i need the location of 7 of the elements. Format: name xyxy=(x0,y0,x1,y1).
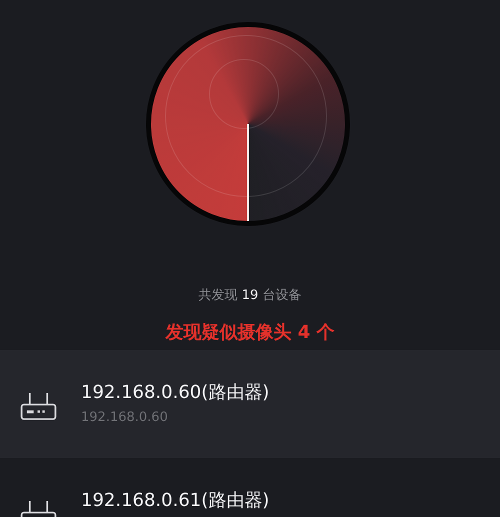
device-name: 192.168.0.61(路由器) xyxy=(81,489,270,512)
device-ip: 192.168.0.60 xyxy=(81,410,169,425)
camera-alert-text: 发现疑似摄像头 4 个 xyxy=(164,321,336,344)
device-row[interactable]: 192.168.0.60(路由器) 192.168.0.60 xyxy=(0,350,500,458)
device-count-text: 共发现 19 台设备 xyxy=(198,287,302,304)
router-icon xyxy=(20,392,57,421)
device-name: 192.168.0.60(路由器) xyxy=(81,381,270,404)
